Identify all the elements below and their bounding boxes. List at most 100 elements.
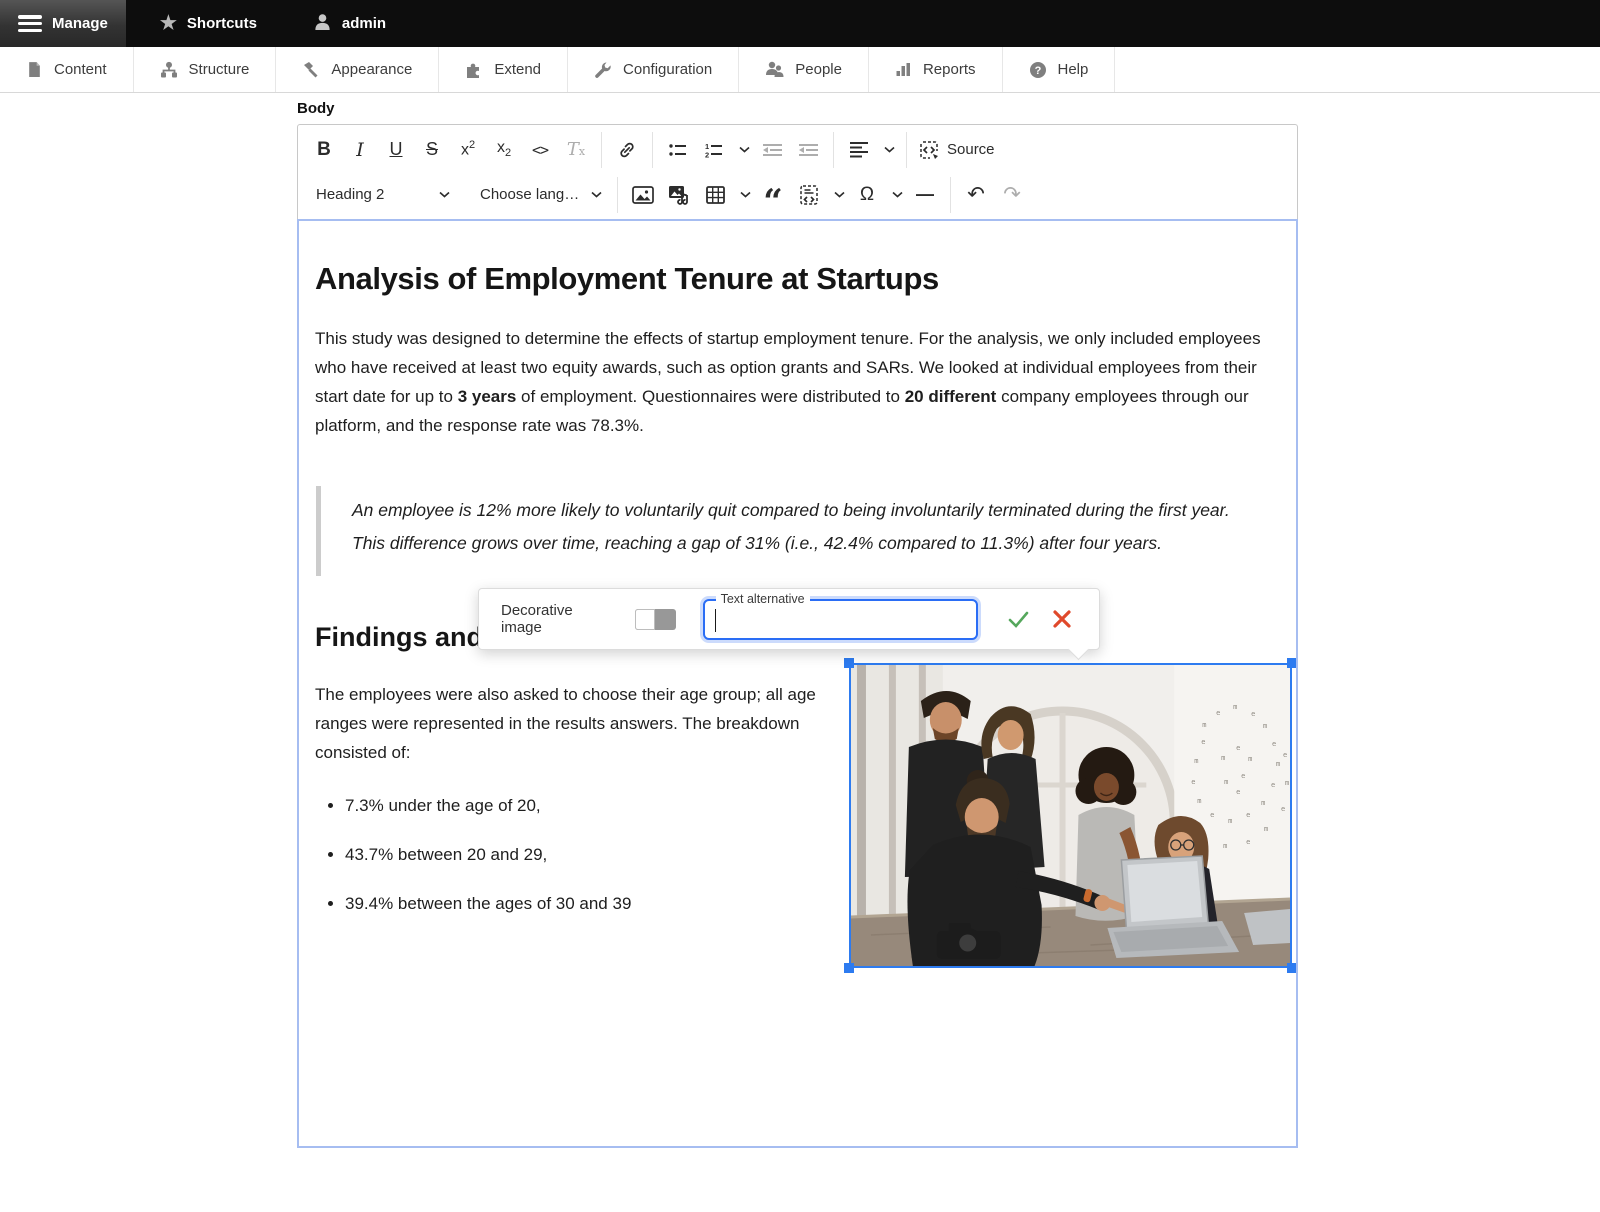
user-menu[interactable]: admin <box>295 0 404 47</box>
tab-appearance[interactable]: Appearance <box>276 47 439 92</box>
block-quote-button[interactable]: “ <box>755 178 791 212</box>
superscript-icon: x2 <box>461 139 475 159</box>
svg-text:e: e <box>1251 710 1255 718</box>
special-characters-button[interactable]: Ω <box>849 178 885 212</box>
heading-dropdown[interactable]: Heading 2 <box>306 178 458 212</box>
table-icon <box>706 186 725 204</box>
svg-text:e: e <box>1216 709 1220 717</box>
redo-button[interactable]: ↷ <box>994 178 1030 212</box>
toolbar-separator <box>601 132 602 168</box>
chevron-down-icon <box>884 146 895 153</box>
selected-image-widget[interactable]: memem ememe memem ememe memem ememe <box>849 663 1292 968</box>
list-item: 43.7% between 20 and 29, <box>345 840 825 869</box>
tab-content[interactable]: Content <box>0 47 134 92</box>
resize-handle-bottom-right[interactable] <box>1287 963 1297 973</box>
special-characters-dropdown[interactable] <box>885 178 907 212</box>
toolbar-row-1: B I U S x2 x2 <> Tx 12 <box>306 127 1289 172</box>
image-icon <box>632 186 654 204</box>
chevron-down-icon <box>740 191 751 198</box>
language-dropdown[interactable]: Choose lang… <box>470 178 610 212</box>
tab-configuration[interactable]: Configuration <box>568 47 739 92</box>
chevron-down-icon <box>591 191 602 198</box>
svg-text:m: m <box>1221 754 1225 762</box>
sitemap-icon <box>160 61 178 78</box>
tab-help[interactable]: ? Help <box>1003 47 1116 92</box>
tab-label: Help <box>1058 61 1089 78</box>
wrench-icon <box>594 61 612 79</box>
undo-icon: ↶ <box>967 182 985 207</box>
insert-image-button[interactable] <box>625 178 661 212</box>
tab-people[interactable]: People <box>739 47 869 92</box>
ck-toolbar: B I U S x2 x2 <> Tx 12 <box>297 124 1298 219</box>
text-alternative-label: Text alternative <box>716 592 810 606</box>
alignment-dropdown[interactable] <box>877 133 899 167</box>
text-cursor <box>715 609 717 632</box>
source-button[interactable]: Source <box>914 133 999 167</box>
tab-reports[interactable]: Reports <box>869 47 1003 92</box>
numbered-list-button[interactable]: 12 <box>696 133 732 167</box>
bar-chart-icon <box>895 62 912 78</box>
decorative-image-toggle[interactable] <box>635 609 676 630</box>
chevron-down-icon <box>439 191 450 198</box>
manage-tab[interactable]: Manage <box>0 0 126 47</box>
subscript-icon: x2 <box>497 139 511 159</box>
svg-text:e: e <box>1210 811 1214 819</box>
tab-label: Appearance <box>331 61 412 78</box>
undo-button[interactable]: ↶ <box>958 178 994 212</box>
underline-button[interactable]: U <box>378 133 414 167</box>
editor-content-area[interactable]: Analysis of Employment Tenure at Startup… <box>297 219 1298 1148</box>
svg-text:e: e <box>1246 838 1250 846</box>
indent-button[interactable] <box>754 133 790 167</box>
decorative-image-label: Decorative image <box>501 602 615 636</box>
tab-label: People <box>795 61 842 78</box>
toolbar-row-2: Heading 2 Choose lang… <box>306 172 1289 217</box>
svg-text:m: m <box>1223 842 1227 850</box>
horizontal-line-button[interactable]: — <box>907 178 943 212</box>
cancel-alt-button[interactable] <box>1047 604 1077 634</box>
code-block-button[interactable] <box>791 178 827 212</box>
insert-media-button[interactable] <box>661 178 697 212</box>
text-alternative-input[interactable]: Text alternative <box>703 599 978 640</box>
svg-text:e: e <box>1241 772 1245 780</box>
svg-text:e: e <box>1201 738 1205 746</box>
insert-table-button[interactable] <box>697 178 733 212</box>
source-icon <box>918 139 940 161</box>
list-options-dropdown[interactable] <box>732 133 754 167</box>
italic-button[interactable]: I <box>342 133 378 167</box>
tab-label: Structure <box>189 61 250 78</box>
superscript-button[interactable]: x2 <box>450 133 486 167</box>
remove-format-button[interactable]: Tx <box>558 133 594 167</box>
close-icon <box>1052 609 1072 629</box>
code-button[interactable]: <> <box>522 133 558 167</box>
resize-handle-bottom-left[interactable] <box>844 963 854 973</box>
user-icon <box>313 12 332 35</box>
resize-handle-top-left[interactable] <box>844 658 854 668</box>
strikethrough-button[interactable]: S <box>414 133 450 167</box>
table-dropdown[interactable] <box>733 178 755 212</box>
bulleted-list-button[interactable] <box>660 133 696 167</box>
resize-handle-top-right[interactable] <box>1287 658 1297 668</box>
link-button[interactable] <box>609 133 645 167</box>
people-icon <box>765 61 784 78</box>
shortcuts-tab[interactable]: ★ Shortcuts <box>142 0 275 47</box>
code-block-dropdown[interactable] <box>827 178 849 212</box>
alignment-button[interactable] <box>841 133 877 167</box>
bold-icon: B <box>317 139 331 161</box>
bold-button[interactable]: B <box>306 133 342 167</box>
svg-text:e: e <box>1272 740 1276 748</box>
toolbar-separator <box>652 132 653 168</box>
tab-extend[interactable]: Extend <box>439 47 568 92</box>
save-alt-button[interactable] <box>1003 604 1033 634</box>
outdent-button[interactable] <box>790 133 826 167</box>
horizontal-line-icon: — <box>916 184 934 205</box>
checkmark-icon <box>1006 607 1030 631</box>
paintbrush-icon <box>302 61 320 79</box>
tab-structure[interactable]: Structure <box>134 47 277 92</box>
tab-label: Content <box>54 61 107 78</box>
svg-text:m: m <box>1228 817 1232 825</box>
subscript-button[interactable]: x2 <box>486 133 522 167</box>
svg-text:m: m <box>1224 778 1228 786</box>
svg-text:m: m <box>1285 779 1289 787</box>
quote-icon: “ <box>763 183 783 207</box>
svg-text:m: m <box>1248 755 1252 763</box>
